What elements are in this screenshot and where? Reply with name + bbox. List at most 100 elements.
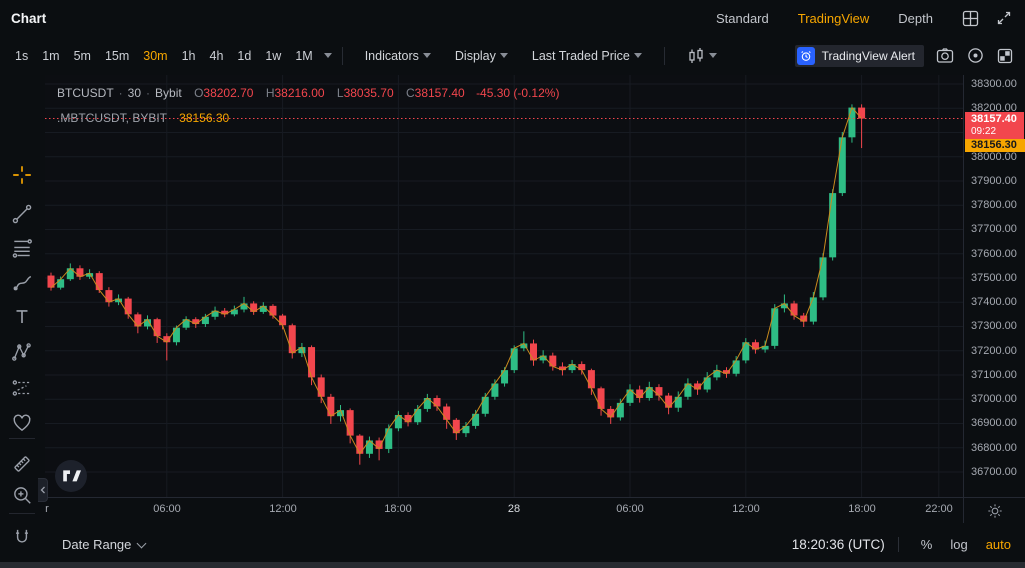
date-range-button[interactable]: Date Range bbox=[62, 537, 145, 552]
price-tick: 36700.00 bbox=[971, 466, 1017, 478]
projection-icon[interactable] bbox=[11, 377, 33, 399]
price-tick: 37400.00 bbox=[971, 296, 1017, 308]
price-change: -45.30 (-0.12%) bbox=[476, 86, 559, 100]
collapse-toolbar-tab[interactable] bbox=[38, 478, 48, 502]
index-value: 38156.30 bbox=[179, 111, 229, 125]
xabcd-pattern-icon[interactable] bbox=[11, 341, 33, 363]
tab-depth[interactable]: Depth bbox=[898, 11, 933, 26]
camera-icon[interactable] bbox=[936, 47, 954, 64]
price-tick: 37300.00 bbox=[971, 320, 1017, 332]
tradingview-watermark-icon[interactable] bbox=[55, 460, 87, 492]
tradingview-alert-button[interactable]: TradingView Alert bbox=[795, 45, 924, 67]
chevron-down-icon bbox=[137, 538, 147, 548]
time-tick: 18:00 bbox=[848, 503, 876, 515]
log-scale-button[interactable]: log bbox=[950, 537, 967, 552]
percent-scale-button[interactable]: % bbox=[921, 537, 933, 552]
magnet-icon[interactable] bbox=[11, 526, 33, 548]
text-icon[interactable] bbox=[11, 306, 33, 328]
chevron-down-icon bbox=[500, 53, 508, 58]
utc-clock: 18:20:36 (UTC) bbox=[792, 537, 885, 552]
price-tick: 36800.00 bbox=[971, 442, 1017, 454]
timeframe-1d[interactable]: 1d bbox=[230, 46, 258, 66]
price-tick: 36900.00 bbox=[971, 417, 1017, 429]
zoom-in-icon[interactable] bbox=[11, 484, 33, 506]
page-title: Chart bbox=[11, 11, 46, 26]
grid-layout-icon[interactable] bbox=[962, 10, 979, 27]
timeframe-4h[interactable]: 4h bbox=[203, 46, 231, 66]
price-tick: 37600.00 bbox=[971, 248, 1017, 260]
price-target-icon[interactable] bbox=[967, 47, 984, 64]
pip-layout-icon[interactable] bbox=[997, 48, 1013, 64]
candlestick-chart[interactable] bbox=[45, 75, 963, 497]
chart-toolbar: 1s1m5m15m30m1h4h1d1w1M Indicators Display… bbox=[0, 36, 1025, 75]
price-tick: 37900.00 bbox=[971, 175, 1017, 187]
price-tick: 37000.00 bbox=[971, 393, 1017, 405]
auto-scale-button[interactable]: auto bbox=[986, 537, 1011, 552]
index-symbol: .MBTCUSDT, BYBIT bbox=[57, 111, 167, 125]
chart-plot-area[interactable]: BTCUSDT·30·Bybit O38202.70 H38216.00 L38… bbox=[45, 75, 963, 497]
tab-tradingview[interactable]: TradingView bbox=[798, 11, 870, 26]
price-tick: 38000.00 bbox=[971, 151, 1017, 163]
time-tick: r bbox=[45, 503, 49, 515]
timeframe-15m[interactable]: 15m bbox=[98, 46, 136, 66]
price-tick: 37200.00 bbox=[971, 345, 1017, 357]
price-axis[interactable]: 38157.40 09:22 38156.30 38300.0038200.00… bbox=[963, 75, 1025, 497]
alert-button-label: TradingView Alert bbox=[822, 49, 915, 63]
fullscreen-icon[interactable] bbox=[996, 10, 1012, 26]
index-legend[interactable]: .MBTCUSDT, BYBIT 38156.30 bbox=[57, 111, 229, 125]
price-tick: 37500.00 bbox=[971, 272, 1017, 284]
time-tick: 12:00 bbox=[269, 503, 297, 515]
timeframe-5m[interactable]: 5m bbox=[67, 46, 98, 66]
index-price-badge: 38156.30 bbox=[965, 139, 1025, 152]
candle-countdown: 09:22 bbox=[965, 126, 1024, 139]
price-tick: 37700.00 bbox=[971, 223, 1017, 235]
toolbar-divider bbox=[664, 47, 665, 65]
candles-icon bbox=[687, 47, 705, 65]
menu-display[interactable]: Display bbox=[455, 49, 508, 63]
time-tick: 06:00 bbox=[153, 503, 181, 515]
brightness-icon[interactable] bbox=[987, 503, 1003, 519]
timeframe-1s[interactable]: 1s bbox=[8, 46, 35, 66]
fib-retracement-icon[interactable] bbox=[11, 237, 33, 259]
last-price-badge: 38157.40 09:22 bbox=[965, 112, 1024, 139]
bottom-bar: Date Range 18:20:36 (UTC) % log auto bbox=[0, 527, 1025, 562]
crosshair-icon[interactable] bbox=[11, 164, 33, 186]
time-tick: 06:00 bbox=[616, 503, 644, 515]
divider bbox=[898, 537, 899, 552]
timeframe-1m[interactable]: 1m bbox=[35, 46, 66, 66]
ruler-icon[interactable] bbox=[11, 453, 33, 475]
timeframe-row: 1s1m5m15m30m1h4h1d1w1M bbox=[8, 46, 332, 66]
emoji-heart-icon[interactable] bbox=[11, 412, 33, 434]
price-tick: 38300.00 bbox=[971, 78, 1017, 90]
toolbar-divider bbox=[9, 513, 35, 514]
time-tick: 18:00 bbox=[384, 503, 412, 515]
price-tick: 37800.00 bbox=[971, 199, 1017, 211]
timeframe-1h[interactable]: 1h bbox=[175, 46, 203, 66]
timeframe-1w[interactable]: 1w bbox=[258, 46, 288, 66]
header: Chart Standard TradingView Depth bbox=[0, 0, 1025, 36]
chevron-down-icon bbox=[634, 53, 642, 58]
price-tick: 37100.00 bbox=[971, 369, 1017, 381]
axis-settings-corner[interactable] bbox=[963, 497, 1025, 523]
symbol-legend[interactable]: BTCUSDT·30·Bybit O38202.70 H38216.00 L38… bbox=[57, 86, 559, 100]
alarm-clock-icon bbox=[797, 47, 815, 65]
time-tick: 28 bbox=[508, 503, 520, 515]
chart-type-button[interactable] bbox=[687, 47, 717, 65]
ohlc-low: 38035.70 bbox=[344, 86, 394, 100]
last-price-value: 38157.40 bbox=[965, 112, 1024, 126]
timeframe-30m[interactable]: 30m bbox=[136, 46, 174, 66]
time-tick: 22:00 bbox=[925, 503, 953, 515]
timeframe-1M[interactable]: 1M bbox=[288, 46, 319, 66]
time-axis[interactable]: r06:0012:0018:002806:0012:0018:0022:00 bbox=[45, 497, 963, 523]
chevron-down-icon[interactable] bbox=[324, 53, 332, 58]
tab-standard[interactable]: Standard bbox=[716, 11, 769, 26]
menu-last-traded-price[interactable]: Last Traded Price bbox=[532, 49, 642, 63]
trend-line-icon[interactable] bbox=[11, 203, 33, 225]
chevron-down-icon bbox=[709, 53, 717, 58]
trading-chart-panel: Chart Standard TradingView Depth 1s1m5m1… bbox=[0, 0, 1025, 568]
legend-exchange: Bybit bbox=[155, 86, 182, 100]
toolbar-divider bbox=[342, 47, 343, 65]
menu-indicators[interactable]: Indicators bbox=[365, 49, 431, 63]
legend-interval: 30 bbox=[128, 86, 141, 100]
brush-icon[interactable] bbox=[11, 271, 33, 293]
